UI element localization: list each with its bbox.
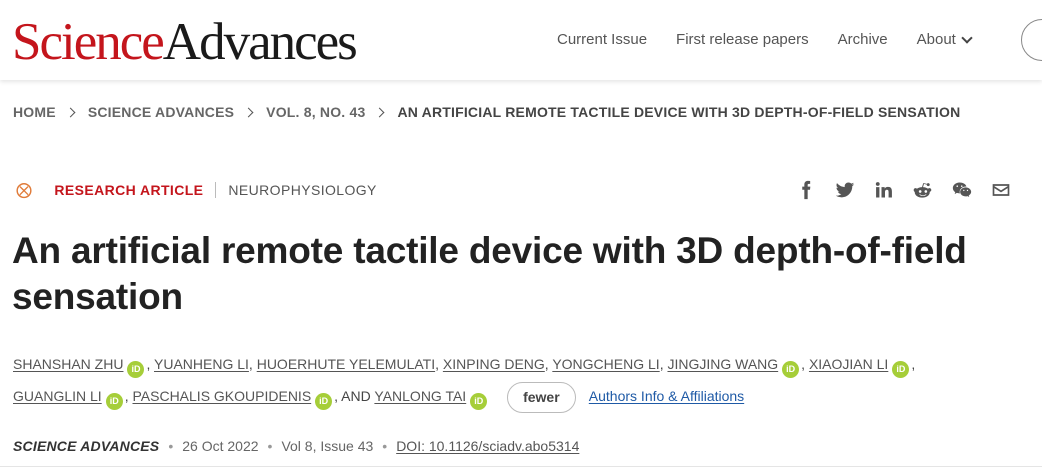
- fewer-authors-button[interactable]: fewer: [507, 381, 576, 413]
- breadcrumb-current: AN ARTIFICIAL REMOTE TACTILE DEVICE WITH…: [397, 104, 961, 120]
- author-link[interactable]: SHANSHAN ZHU: [13, 356, 123, 372]
- chevron-right-icon: [65, 107, 76, 117]
- breadcrumb: HOME SCIENCE ADVANCES VOL. 8, NO. 43 AN …: [13, 104, 960, 120]
- wechat-icon[interactable]: [951, 179, 973, 201]
- orcid-icon[interactable]: iD: [892, 361, 910, 378]
- authors-info-affiliations-link[interactable]: Authors Info & Affiliations: [589, 388, 744, 404]
- breadcrumb-home[interactable]: HOME: [13, 104, 56, 120]
- author-link[interactable]: PASCHALIS GKOUPIDENIS: [132, 388, 311, 404]
- volume-issue[interactable]: Vol 8, Issue 43: [281, 438, 373, 454]
- orcid-icon[interactable]: iD: [127, 361, 145, 378]
- orcid-icon[interactable]: iD: [782, 361, 800, 378]
- author-link[interactable]: GUANGLIN LI: [13, 388, 102, 404]
- open-access-icon: ⨂: [16, 182, 33, 199]
- logo-advances: Advances: [162, 13, 358, 71]
- linkedin-icon[interactable]: [873, 179, 895, 201]
- facebook-icon[interactable]: [795, 179, 817, 201]
- publication-date: 26 Oct 2022: [182, 438, 259, 454]
- author-link[interactable]: HUOERHUTE YELEMULATI: [257, 356, 435, 372]
- chevron-down-icon: [961, 31, 973, 44]
- breadcrumb-issue[interactable]: VOL. 8, NO. 43: [266, 104, 365, 120]
- article-subject[interactable]: NEUROPHYSIOLOGY: [228, 182, 376, 198]
- author-link[interactable]: JINGJING WANG: [667, 356, 778, 372]
- search-button[interactable]: [1021, 19, 1042, 61]
- main-nav: Current Issue First release papers Archi…: [557, 31, 1000, 49]
- chevron-right-icon: [243, 107, 254, 117]
- twitter-icon[interactable]: [834, 179, 856, 201]
- divider: [0, 466, 1042, 467]
- journal-name[interactable]: SCIENCE ADVANCES: [13, 438, 159, 454]
- logo-science: Science: [12, 13, 165, 71]
- site-header: ScienceAdvances Current Issue First rele…: [0, 0, 1042, 80]
- reddit-icon[interactable]: [912, 179, 934, 201]
- site-logo[interactable]: ScienceAdvances: [12, 12, 358, 72]
- doi-link[interactable]: DOI: 10.1126/sciadv.abo5314: [396, 438, 579, 454]
- citation-line: SCIENCE ADVANCES • 26 Oct 2022 • Vol 8, Issu…: [13, 438, 580, 454]
- article-type[interactable]: RESEARCH ARTICLE: [54, 182, 203, 198]
- article-meta: ⨂ RESEARCH ARTICLE NEUROPHYSIOLOGY: [16, 180, 377, 200]
- nav-about-label: About: [916, 31, 956, 48]
- nav-current-issue[interactable]: Current Issue: [557, 31, 647, 49]
- nav-archive[interactable]: Archive: [838, 31, 888, 49]
- author-link[interactable]: XINPING DENG: [443, 356, 545, 372]
- author-link[interactable]: YONGCHENG LI: [552, 356, 659, 372]
- and-text: , AND: [334, 388, 371, 404]
- orcid-icon[interactable]: iD: [105, 393, 123, 410]
- nav-first-release-papers[interactable]: First release papers: [676, 31, 809, 49]
- author-link[interactable]: YANLONG TAI: [374, 388, 466, 404]
- author-link[interactable]: XIAOJIAN LI: [809, 356, 888, 372]
- article-title: An artificial remote tactile device with…: [12, 230, 967, 317]
- nav-about[interactable]: About: [916, 31, 973, 49]
- email-icon[interactable]: [990, 179, 1012, 201]
- share-bar: [795, 179, 1012, 201]
- chevron-right-icon: [374, 107, 385, 117]
- meta-divider: [215, 182, 217, 198]
- orcid-icon[interactable]: iD: [470, 393, 488, 410]
- author-link[interactable]: YUANHENG LI: [154, 356, 249, 372]
- orcid-icon[interactable]: iD: [315, 393, 333, 410]
- author-list: SHANSHAN ZHU iD, YUANHENG LI, HUOERHUTE Y…: [13, 348, 1023, 413]
- breadcrumb-journal[interactable]: SCIENCE ADVANCES: [88, 104, 234, 120]
